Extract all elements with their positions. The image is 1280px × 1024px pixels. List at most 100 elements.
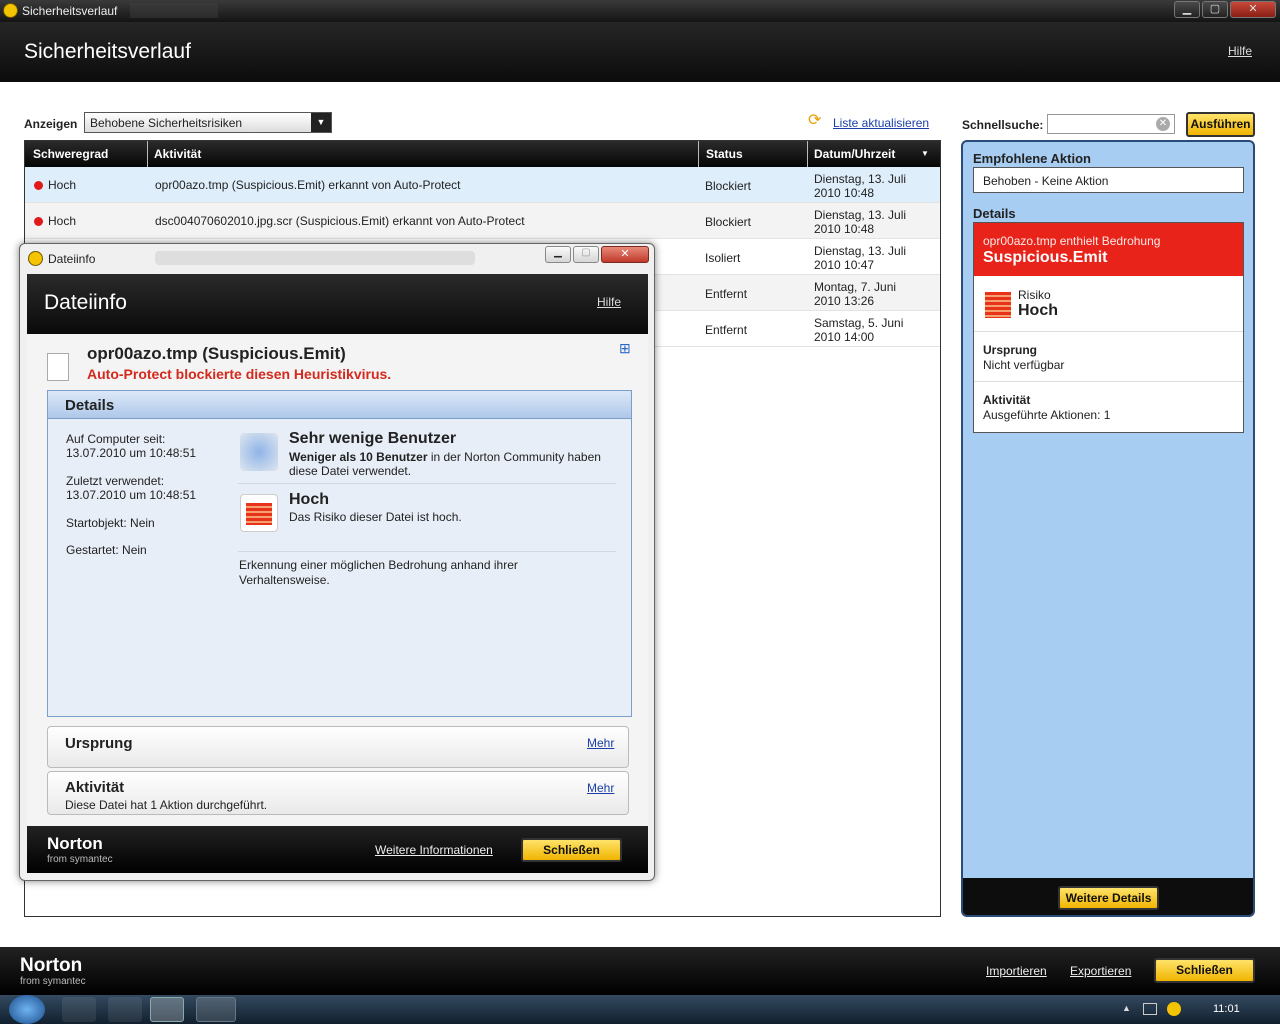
blurred-area	[130, 3, 218, 18]
recommended-action-value: Behoben - Keine Aktion	[973, 167, 1244, 193]
clock[interactable]: 11:01	[1213, 1003, 1240, 1015]
dialog-close-button[interactable]: Schließen	[521, 838, 622, 862]
risk-title: Hoch	[289, 491, 329, 508]
view-label: Anzeigen	[24, 117, 78, 131]
explorer-taskbar-icon[interactable]	[62, 997, 96, 1022]
file-info-dialog: Dateiinfo ▁ ▢ ✕ Dateiinfo Hilfe ⊞ opr00a…	[19, 243, 655, 881]
dialog-body: ⊞ opr00azo.tmp (Suspicious.Emit) Auto-Pr…	[27, 334, 648, 826]
blurred-area	[155, 251, 475, 265]
risk-high-icon	[985, 292, 1011, 318]
tray-expand-icon[interactable]: ▲	[1122, 1003, 1131, 1013]
row-status: Entfernt	[705, 287, 748, 301]
users-title: Sehr wenige Benutzer	[289, 430, 457, 447]
close-button[interactable]: Schließen	[1154, 958, 1255, 983]
recommended-action-title: Empfohlene Aktion	[973, 151, 1091, 166]
activity-label: Aktivität	[983, 393, 1031, 407]
dialog-header-title: Dateiinfo	[44, 291, 127, 314]
view-select-value: Behobene Sicherheitsrisiken	[90, 116, 243, 130]
on-computer-value: 13.07.2010 um 10:48:51	[66, 446, 197, 460]
threat-name: Suspicious.Emit	[983, 249, 1108, 266]
activity-section-title: Aktivität	[65, 779, 125, 796]
severity-high-icon	[34, 181, 43, 190]
window-titlebar: Sicherheitsverlauf ▁ ▢ ✕	[0, 0, 1280, 22]
refresh-list-link[interactable]: Liste aktualisieren	[833, 116, 929, 130]
details-box: opr00azo.tmp enthielt Bedrohung Suspicio…	[973, 222, 1244, 433]
file-name: opr00azo.tmp (Suspicious.Emit)	[87, 344, 346, 363]
row-severity: Hoch	[48, 214, 77, 228]
table-row[interactable]: Hoch opr00azo.tmp (Suspicious.Emit) erka…	[25, 167, 940, 203]
dialog-minimize-button[interactable]: ▁	[545, 246, 571, 263]
media-player-taskbar-icon[interactable]	[108, 997, 142, 1022]
help-link[interactable]: Hilfe	[1228, 44, 1252, 58]
details-section: Details Auf Computer seit: 13.07.2010 um…	[47, 390, 632, 717]
dialog-header: Dateiinfo Hilfe	[27, 274, 648, 334]
risk-icon-frame	[240, 494, 278, 532]
add-exclusion-icon[interactable]: ⊞	[619, 340, 631, 357]
window-title: Sicherheitsverlauf	[22, 4, 118, 18]
dialog-help-link[interactable]: Hilfe	[597, 295, 621, 309]
threat-banner: opr00azo.tmp enthielt Bedrohung Suspicio…	[974, 223, 1243, 276]
norton-tray-icon[interactable]	[1167, 1002, 1181, 1016]
view-select[interactable]: Behobene Sicherheitsrisiken ▼	[84, 112, 332, 133]
norton-taskbar-icon[interactable]	[150, 997, 184, 1022]
col-severity[interactable]: Schweregrad	[33, 147, 108, 161]
community-users-icon	[240, 433, 278, 471]
sort-desc-icon[interactable]: ▼	[921, 149, 929, 158]
quick-search-input[interactable]: ✕	[1047, 114, 1175, 134]
export-link[interactable]: Exportieren	[1070, 964, 1131, 978]
row-time: 2010 14:00	[814, 330, 875, 344]
start-button[interactable]	[9, 995, 45, 1024]
origin-value: Nicht verfügbar	[983, 358, 1065, 372]
last-used-label: Zuletzt verwendet:	[66, 474, 165, 488]
clear-search-icon[interactable]: ✕	[1156, 117, 1170, 131]
refresh-icon[interactable]: ⟳	[808, 112, 826, 130]
row-time: 2010 13:26	[814, 294, 875, 308]
norton-logo-icon	[28, 251, 43, 266]
dialog-close-icon[interactable]: ✕	[601, 246, 649, 263]
activity-more-link[interactable]: Mehr	[587, 781, 614, 795]
col-activity[interactable]: Aktivität	[154, 147, 201, 161]
risk-label: Risiko	[1018, 288, 1051, 302]
origin-label: Ursprung	[983, 343, 1037, 357]
risk-value: Hoch	[1018, 302, 1058, 319]
last-used-value: 13.07.2010 um 10:48:51	[66, 488, 197, 502]
maximize-button[interactable]: ▢	[1202, 1, 1228, 18]
dialog-maximize-button[interactable]: ▢	[573, 246, 599, 263]
taskbar: ▲ 11:01	[0, 995, 1280, 1024]
users-bold: Weniger als 10 Benutzer	[289, 450, 428, 464]
threat-line: opr00azo.tmp enthielt Bedrohung	[983, 234, 1161, 248]
row-date: Dienstag, 13. Juli	[814, 208, 907, 222]
details-section-header[interactable]: Details	[48, 391, 631, 419]
app-taskbar-icon[interactable]	[196, 997, 236, 1022]
details-title: Details	[973, 206, 1016, 221]
col-status[interactable]: Status	[706, 147, 743, 161]
origin-more-link[interactable]: Mehr	[587, 736, 614, 750]
row-date: Dienstag, 13. Juli	[814, 244, 907, 258]
page-title: Sicherheitsverlauf	[24, 40, 191, 63]
minimize-button[interactable]: ▁	[1174, 1, 1200, 18]
on-computer-label: Auf Computer seit:	[66, 432, 166, 446]
close-window-button[interactable]: ✕	[1230, 1, 1276, 18]
dialog-footer: Norton from symantec Weitere Information…	[27, 826, 648, 873]
col-date[interactable]: Datum/Uhrzeit	[814, 147, 895, 161]
activity-section[interactable]: Aktivität Diese Datei hat 1 Aktion durch…	[47, 771, 629, 815]
chevron-down-icon[interactable]: ▼	[311, 113, 331, 132]
row-time: 2010 10:47	[814, 258, 875, 272]
table-row[interactable]: Hoch dsc004070602010.jpg.scr (Suspicious…	[25, 203, 940, 239]
run-button[interactable]: Ausführen	[1186, 112, 1255, 137]
origin-section[interactable]: Ursprung Mehr	[47, 726, 629, 768]
row-status: Entfernt	[705, 323, 748, 337]
more-info-link[interactable]: Weitere Informationen	[375, 843, 493, 857]
risk-desc: Das Risiko dieser Datei ist hoch.	[289, 510, 462, 524]
network-icon[interactable]	[1143, 1003, 1157, 1015]
app-footer: Norton from symantec Importieren Exporti…	[0, 947, 1280, 995]
row-status: Blockiert	[705, 215, 752, 229]
startup-item: Startobjekt: Nein	[66, 516, 155, 530]
row-activity: dsc004070602010.jpg.scr (Suspicious.Emit…	[155, 214, 525, 228]
row-severity: Hoch	[48, 178, 77, 192]
more-details-button[interactable]: Weitere Details	[1058, 886, 1159, 910]
import-link[interactable]: Importieren	[986, 964, 1047, 978]
norton-brand-sub: from symantec	[47, 854, 113, 865]
risk-high-icon	[246, 503, 272, 525]
app-header: Sicherheitsverlauf Hilfe	[0, 22, 1280, 82]
